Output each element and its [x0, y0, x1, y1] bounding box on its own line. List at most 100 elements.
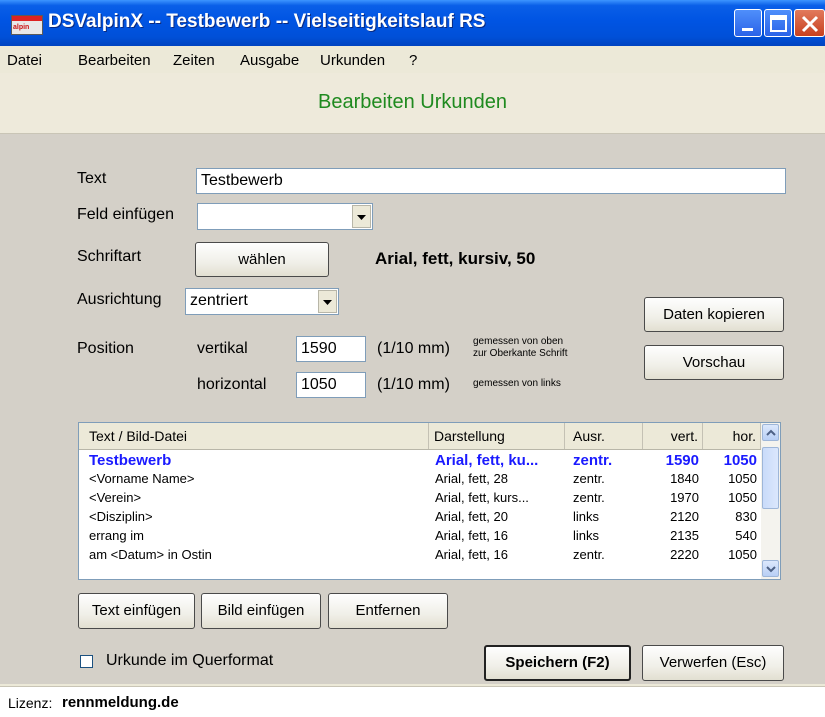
close-icon — [801, 15, 819, 33]
verwerfen-button[interactable]: Verwerfen (Esc) — [642, 645, 784, 681]
window-title: DSValpinX -- Testbewerb -- Vielseitigkei… — [48, 11, 486, 32]
minimize-button[interactable] — [734, 9, 762, 37]
column-header-text[interactable]: Text / Bild-Datei — [79, 423, 429, 449]
waehlen-button-label: wählen — [238, 251, 286, 268]
feld-einfuegen-label: Feld einfügen — [77, 206, 174, 223]
scroll-down-button[interactable] — [762, 560, 779, 577]
status-bar: Lizenz: rennmeldung.de — [0, 686, 825, 717]
bild-einfuegen-button[interactable]: Bild einfügen — [201, 593, 321, 629]
license-value: rennmeldung.de — [62, 694, 179, 711]
cell-text: <Vorname Name> — [89, 471, 195, 486]
cell-ausr: zentr. — [573, 490, 605, 505]
menu-bearbeiten[interactable]: Bearbeiten — [78, 52, 151, 69]
minimize-icon — [742, 28, 753, 31]
cell-hor: 1050 — [723, 452, 757, 469]
cell-vert: 2220 — [670, 547, 699, 562]
title-bar[interactable]: alpin DSValpinX -- Testbewerb -- Vielsei… — [0, 0, 825, 46]
feld-einfuegen-select[interactable] — [197, 203, 373, 230]
table-row[interactable]: <Vorname Name> Arial, fett, 28 zentr. 1840 1… — [79, 470, 761, 489]
license-label: Lizenz: — [8, 695, 53, 711]
app-icon: alpin — [11, 15, 43, 35]
cell-darstellung: Arial, fett, 16 — [435, 528, 508, 543]
cell-vert: 1970 — [670, 490, 699, 505]
vertikal-input[interactable]: 1590 — [296, 336, 366, 362]
chevron-up-icon — [766, 429, 776, 436]
cell-darstellung: Arial, fett, 16 — [435, 547, 508, 562]
text-label: Text — [77, 170, 107, 187]
cell-text: <Disziplin> — [89, 509, 153, 524]
dropdown-arrow-icon[interactable] — [352, 205, 371, 228]
column-header-ausr[interactable]: Ausr. — [565, 423, 643, 449]
scroll-up-button[interactable] — [762, 424, 779, 441]
menu-zeiten[interactable]: Zeiten — [173, 52, 215, 69]
column-header-hor[interactable]: hor. — [703, 423, 761, 449]
cell-hor: 1050 — [728, 547, 757, 562]
cell-ausr: zentr. — [573, 452, 613, 469]
menu-ausgabe[interactable]: Ausgabe — [240, 52, 299, 69]
menu-urkunden[interactable]: Urkunden — [320, 52, 385, 69]
table-row[interactable]: Testbewerb Arial, fett, ku... zentr. 1590 10… — [79, 451, 761, 470]
text-input[interactable]: Testbewerb — [196, 168, 786, 194]
cell-ausr: links — [573, 528, 600, 543]
vertikal-label: vertikal — [197, 340, 248, 357]
table-scrollbar[interactable] — [761, 423, 780, 579]
cell-text: <Verein> — [89, 490, 142, 505]
waehlen-button[interactable]: wählen — [195, 242, 329, 277]
cell-darstellung: Arial, fett, 20 — [435, 509, 508, 524]
cell-hor: 830 — [735, 509, 757, 524]
cell-darstellung: Arial, fett, 28 — [435, 471, 508, 486]
cell-hor: 1050 — [728, 471, 757, 486]
ausrichtung-select[interactable]: zentriert — [185, 288, 339, 315]
dropdown-arrow-icon[interactable] — [318, 290, 337, 313]
position-label: Position — [77, 340, 134, 357]
entfernen-button[interactable]: Entfernen — [328, 593, 448, 629]
speichern-button[interactable]: Speichern (F2) — [484, 645, 631, 681]
cell-vert: 1840 — [670, 471, 699, 486]
cell-vert: 2120 — [670, 509, 699, 524]
table-row[interactable]: <Verein> Arial, fett, kurs... zentr. 1970 10… — [79, 489, 761, 508]
vertikal-unit: (1/10 mm) — [377, 340, 450, 357]
cell-darstellung: Arial, fett, ku... — [435, 452, 539, 469]
cell-text: Testbewerb — [89, 452, 172, 469]
table-row[interactable]: am <Datum> in Ostin Arial, fett, 16 zentr.… — [79, 546, 761, 565]
cell-ausr: links — [573, 509, 600, 524]
daten-kopieren-label: Daten kopieren — [663, 306, 765, 323]
maximize-icon — [770, 15, 787, 32]
bild-einfuegen-label: Bild einfügen — [217, 602, 305, 619]
text-einfuegen-button[interactable]: Text einfügen — [78, 593, 195, 629]
cell-vert: 1590 — [665, 452, 699, 469]
vorschau-button[interactable]: Vorschau — [644, 345, 784, 380]
column-header-darstellung[interactable]: Darstellung — [429, 423, 565, 449]
menu-help[interactable]: ? — [409, 52, 417, 69]
ausrichtung-value: zentriert — [190, 292, 248, 309]
vertikal-hint-1: gemessen von oben — [473, 336, 564, 347]
daten-kopieren-button[interactable]: Daten kopieren — [644, 297, 784, 332]
cell-text: am <Datum> in Ostin — [89, 547, 212, 562]
cell-ausr: zentr. — [573, 471, 605, 486]
main-window: alpin DSValpinX -- Testbewerb -- Vielsei… — [0, 0, 825, 717]
page-header: Bearbeiten Urkunden — [0, 73, 825, 134]
horizontal-unit: (1/10 mm) — [377, 376, 450, 393]
querformat-checkbox[interactable] — [80, 655, 93, 668]
urkunden-table[interactable]: Text / Bild-Datei Darstellung Ausr. vert… — [78, 422, 781, 580]
querformat-label[interactable]: Urkunde im Querformat — [106, 652, 273, 670]
table-row[interactable]: <Disziplin> Arial, fett, 20 links 2120 830 — [79, 508, 761, 527]
scroll-thumb[interactable] — [762, 447, 779, 509]
table-header: Text / Bild-Datei Darstellung Ausr. vert… — [79, 423, 761, 450]
cell-text: errang im — [89, 528, 144, 543]
page-title: Bearbeiten Urkunden — [317, 91, 507, 113]
text-einfuegen-label: Text einfügen — [91, 602, 182, 619]
schriftart-label: Schriftart — [77, 248, 142, 265]
font-description: Arial, fett, kursiv, 50 — [375, 249, 536, 268]
verwerfen-label: Verwerfen (Esc) — [659, 654, 767, 671]
vertikal-hint-2: zur Oberkante Schrift — [473, 348, 568, 359]
chevron-down-icon — [766, 566, 776, 573]
cell-darstellung: Arial, fett, kurs... — [435, 490, 529, 505]
column-header-vert[interactable]: vert. — [643, 423, 703, 449]
menu-bar: Datei Bearbeiten Zeiten Ausgabe Urkunden… — [0, 46, 825, 74]
maximize-button[interactable] — [764, 9, 792, 37]
close-button[interactable] — [794, 9, 825, 37]
menu-datei[interactable]: Datei — [7, 52, 42, 69]
table-row[interactable]: errang im Arial, fett, 16 links 2135 540 — [79, 527, 761, 546]
horizontal-input[interactable]: 1050 — [296, 372, 366, 398]
